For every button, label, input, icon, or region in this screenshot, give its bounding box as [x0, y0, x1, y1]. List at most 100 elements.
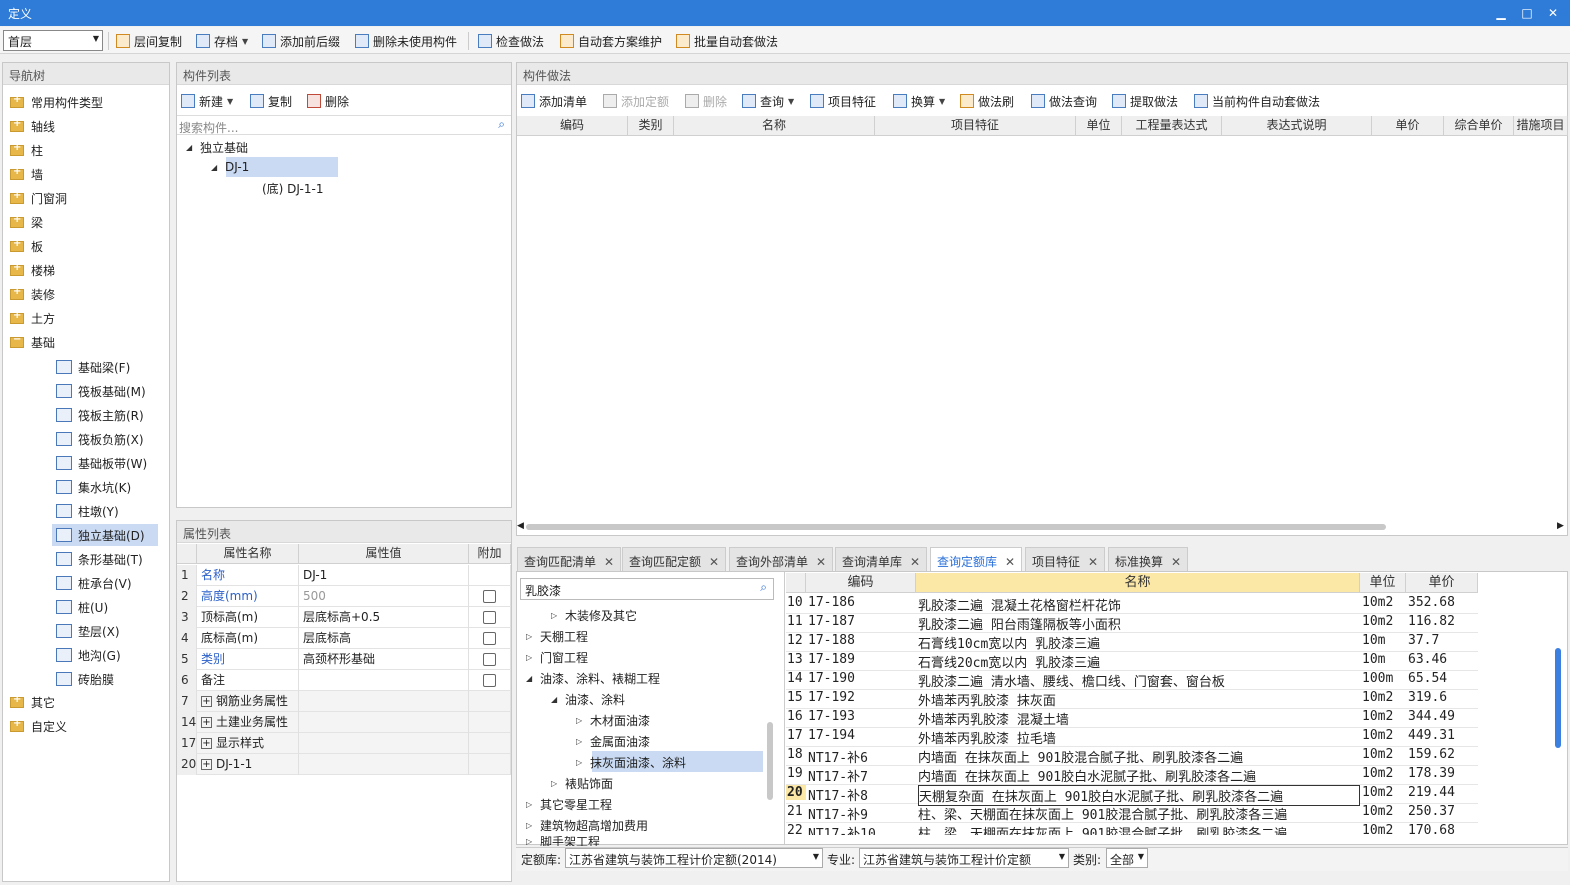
close-tab-icon[interactable]: ✕ — [1005, 555, 1015, 569]
method-button[interactable]: 当前构件自动套做法 — [1194, 92, 1320, 110]
quota-row[interactable]: 17 17-194 外墙苯丙乳胶漆 拉毛墙 10m2 449.31 — [786, 728, 1478, 747]
method-button[interactable]: 添加定额 — [603, 92, 669, 110]
expand-triangle-icon[interactable]: ▷ — [526, 632, 540, 641]
extra-checkbox[interactable] — [483, 632, 496, 645]
method-button[interactable]: 换算 ▼ — [893, 92, 945, 110]
nav-item[interactable]: 其它 — [10, 692, 55, 712]
nav-item[interactable]: 基础 — [10, 332, 55, 352]
method-button[interactable]: 删除 — [685, 92, 727, 110]
tree-node-independent-foundation[interactable]: ◢ 独立基础 — [186, 137, 248, 157]
quota-scrollbar[interactable] — [1555, 648, 1561, 748]
expand-triangle-icon[interactable]: ▷ — [576, 737, 590, 746]
new-button[interactable]: 新建 ▼ — [181, 92, 233, 110]
quota-row[interactable]: 13 17-189 石膏线20cm宽以内 乳胶漆三遍 10m 63.46 — [786, 652, 1478, 671]
auto-maintain-button[interactable]: 自动套方案维护 — [560, 32, 662, 50]
method-column-header[interactable]: 名称 — [674, 116, 875, 136]
method-button[interactable]: 做法刷 — [960, 92, 1014, 110]
tree-node-dj-1-1[interactable]: (底) DJ-1-1 — [262, 178, 323, 198]
close-tab-icon[interactable]: ✕ — [604, 555, 614, 569]
property-row[interactable]: 4 底标高(m) 层底标高 — [177, 628, 511, 649]
extra-checkbox[interactable] — [483, 674, 496, 687]
delete-button[interactable]: 删除 — [307, 92, 349, 110]
extra-checkbox[interactable] — [483, 611, 496, 624]
quota-row[interactable]: 14 17-190 乳胶漆二遍 清水墙、腰线、檐口线、门窗套、窗台板 100m … — [786, 671, 1478, 690]
library-tree-node[interactable]: ▷ 建筑物超高增加费用 — [526, 815, 648, 835]
library-tree-node[interactable]: ▷ 木材面油漆 — [576, 710, 650, 730]
extra-checkbox[interactable] — [483, 653, 496, 666]
library-search-input[interactable]: 乳胶漆 ⌕ — [520, 578, 774, 600]
scroll-left-icon[interactable]: ◀ — [517, 521, 524, 531]
expand-triangle-icon[interactable]: ▷ — [551, 779, 565, 788]
library-tree-node[interactable]: ◢ 油漆、涂料、裱糊工程 — [526, 668, 660, 688]
close-tab-icon[interactable]: ✕ — [709, 555, 719, 569]
library-tree-node[interactable]: ▷ 天棚工程 — [526, 626, 588, 646]
horizontal-scrollbar[interactable] — [526, 524, 1386, 530]
nav-item[interactable]: 板 — [10, 236, 43, 256]
bottom-tab[interactable]: 查询清单库 ✕ — [835, 547, 928, 572]
property-row[interactable]: 14 + 土建业务属性 — [177, 712, 511, 733]
collapse-triangle-icon[interactable]: ◢ — [551, 695, 565, 704]
maximize-icon[interactable]: □ — [1518, 4, 1536, 22]
nav-subitem[interactable]: 桩承台(V) — [56, 573, 132, 593]
search-icon[interactable]: ⌕ — [498, 117, 505, 132]
quota-row[interactable]: 20 NT17-补8 天棚复杂面 在抹灰面上 901胶白水泥腻子批、刷乳胶漆各二… — [786, 785, 1478, 806]
nav-subitem[interactable]: 桩(U) — [56, 597, 108, 617]
nav-subitem[interactable]: 筏板基础(M) — [56, 381, 146, 401]
library-tree-node[interactable]: ▷ 门窗工程 — [526, 647, 588, 667]
method-button[interactable]: 做法查询 — [1031, 92, 1097, 110]
component-search-input[interactable]: 搜索构件... ⌕ — [177, 115, 511, 135]
nav-subitem[interactable]: 集水坑(K) — [56, 477, 131, 497]
save-button[interactable]: 存档 ▼ — [196, 32, 248, 50]
library-tree-node[interactable]: ◢ 油漆、涂料 — [551, 689, 625, 709]
quota-row[interactable]: 19 NT17-补7 内墙面 在抹灰面上 901胶白水泥腻子批、刷乳胶漆各二遍 … — [786, 766, 1478, 785]
quota-row[interactable]: 21 NT17-补9 柱、梁、天棚面在抹灰面上 901胶混合腻子批、刷乳胶漆各三… — [786, 804, 1478, 823]
nav-subitem[interactable]: 筏板主筋(R) — [56, 405, 144, 425]
method-column-header[interactable]: 单位 — [1076, 116, 1122, 136]
nav-subitem[interactable]: 筏板负筋(X) — [56, 429, 144, 449]
method-button[interactable]: 项目特征 — [810, 92, 876, 110]
nav-item[interactable]: 柱 — [10, 140, 43, 160]
tree-node-dj-1[interactable]: ◢ DJ-1 — [211, 157, 249, 177]
expand-icon[interactable]: + — [201, 696, 212, 707]
bottom-tab[interactable]: 查询匹配清单 ✕ — [517, 547, 622, 572]
method-button[interactable]: 查询 ▼ — [742, 92, 794, 110]
prop-value[interactable]: 500 — [299, 586, 469, 607]
property-row[interactable]: 20 + DJ-1-1 — [177, 754, 511, 775]
nav-subitem[interactable]: 垫层(X) — [56, 621, 120, 641]
expand-triangle-icon[interactable]: ▷ — [576, 758, 590, 767]
property-row[interactable]: 1 名称 DJ-1 — [177, 565, 511, 586]
property-row[interactable]: 3 顶标高(m) 层底标高+0.5 — [177, 607, 511, 628]
search-icon[interactable]: ⌕ — [760, 580, 767, 595]
extra-checkbox[interactable] — [483, 590, 496, 603]
library-tree-node[interactable]: ▷ 脚手架工程 — [526, 836, 600, 846]
minimize-icon[interactable]: ▁ — [1492, 4, 1510, 22]
prop-value[interactable]: 高颈杯形基础 — [299, 649, 469, 670]
expand-triangle-icon[interactable]: ▷ — [551, 611, 565, 620]
batch-auto-button[interactable]: 批量自动套做法 — [676, 32, 778, 50]
nav-item[interactable]: 门窗洞 — [10, 188, 67, 208]
property-row[interactable]: 2 高度(mm) 500 — [177, 586, 511, 607]
check-method-button[interactable]: 检查做法 — [478, 32, 544, 50]
floor-select[interactable]: 首层 ▼ — [3, 30, 103, 51]
nav-subitem[interactable]: 条形基础(T) — [56, 549, 143, 569]
add-prefix-button[interactable]: 添加前后缀 — [262, 32, 340, 50]
specialty-select[interactable]: 江苏省建筑与装饰工程计价定额 ▼ — [859, 848, 1069, 868]
method-column-header[interactable]: 类别 — [628, 116, 674, 136]
nav-subitem[interactable]: 柱墩(Y) — [56, 501, 119, 521]
bottom-tab[interactable]: 查询外部清单 ✕ — [729, 547, 834, 572]
close-tab-icon[interactable]: ✕ — [816, 555, 826, 569]
quota-row[interactable]: 18 NT17-补6 内墙面 在抹灰面上 901胶混合腻子批、刷乳胶漆各二遍 1… — [786, 747, 1478, 766]
collapse-triangle-icon[interactable]: ◢ — [186, 143, 200, 152]
method-button[interactable]: 提取做法 — [1112, 92, 1178, 110]
prop-value[interactable] — [299, 670, 469, 691]
bottom-tab[interactable]: 项目特征 ✕ — [1025, 547, 1106, 572]
property-row[interactable]: 5 类别 高颈杯形基础 — [177, 649, 511, 670]
library-tree-node[interactable]: ▷ 其它零星工程 — [526, 794, 612, 814]
close-icon[interactable]: ✕ — [1544, 4, 1562, 22]
expand-triangle-icon[interactable]: ▷ — [526, 800, 540, 809]
expand-icon[interactable]: + — [201, 717, 212, 728]
close-tab-icon[interactable]: ✕ — [1088, 555, 1098, 569]
nav-item[interactable]: 楼梯 — [10, 260, 55, 280]
bottom-tab[interactable]: 查询定额库 ✕ — [930, 547, 1023, 572]
collapse-triangle-icon[interactable]: ◢ — [211, 163, 225, 172]
